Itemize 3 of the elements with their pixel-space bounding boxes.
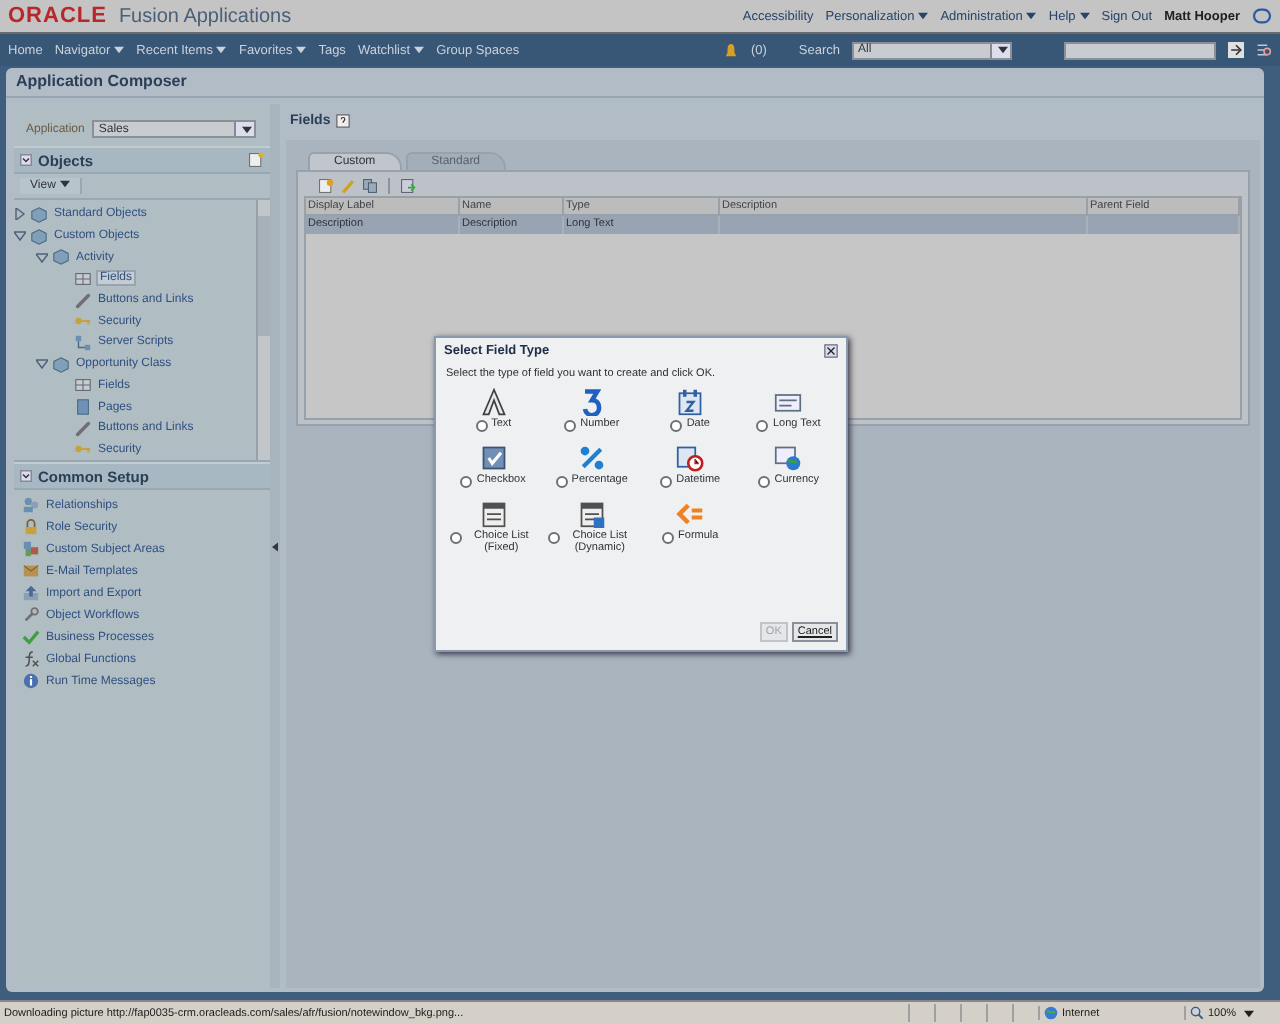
product-title: Fusion Applications: [118, 5, 292, 27]
page-title: Application Composer: [6, 68, 1264, 98]
brand-logo-text: ORACLE: [8, 4, 107, 28]
